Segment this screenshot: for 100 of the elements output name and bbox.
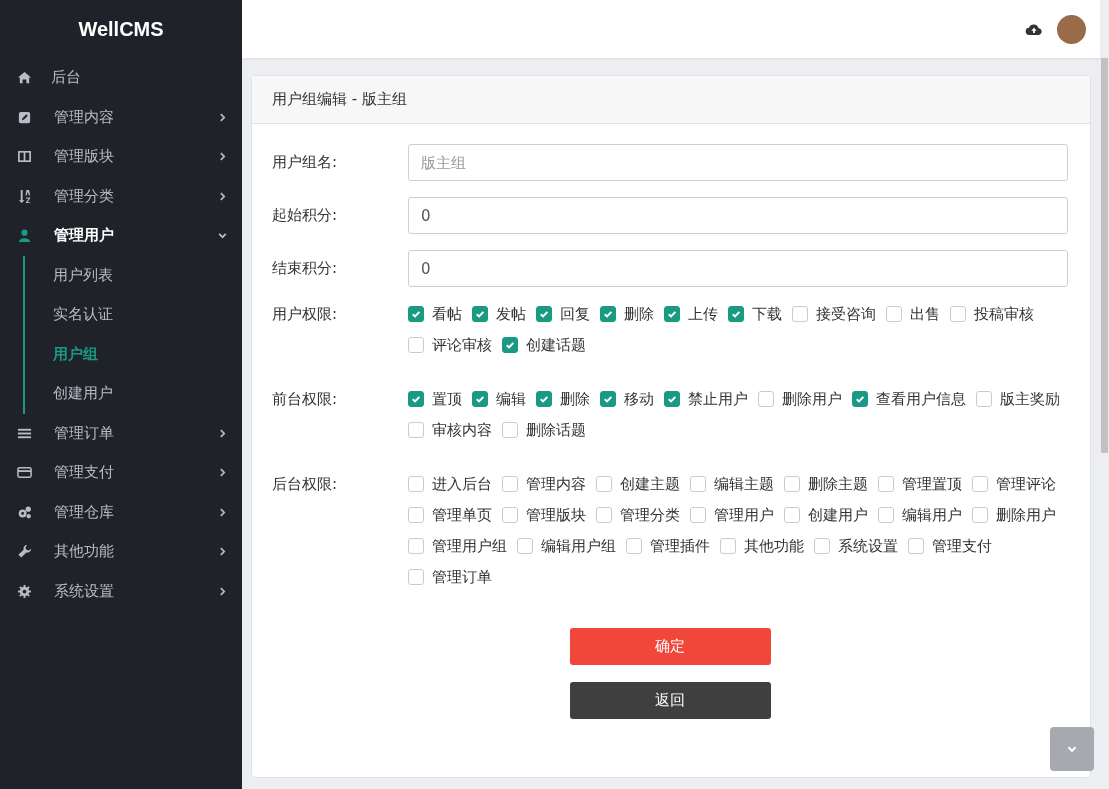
checkbox-label: 删除用户 [996, 505, 1056, 525]
checkbox[interactable] [408, 569, 424, 585]
confirm-button[interactable]: 确定 [569, 628, 771, 665]
checkbox[interactable] [502, 337, 518, 353]
field-label: 结束积分: [272, 259, 339, 278]
checkbox[interactable] [972, 507, 988, 523]
checkbox[interactable] [517, 538, 533, 554]
checkbox[interactable] [792, 306, 808, 322]
checkbox[interactable] [814, 538, 830, 554]
checkbox-label: 删除用户 [782, 389, 842, 409]
checkbox[interactable] [408, 476, 424, 492]
wrench-icon [17, 544, 32, 560]
input-field[interactable]: 版主组 [408, 144, 1068, 181]
checkbox[interactable] [596, 507, 612, 523]
checkbox[interactable] [472, 391, 488, 407]
checkbox[interactable] [408, 422, 424, 438]
checkbox-label: 管理订单 [432, 567, 492, 587]
checkbox[interactable] [408, 507, 424, 523]
checkbox[interactable] [472, 306, 488, 322]
checkbox[interactable] [976, 391, 992, 407]
checkbox[interactable] [664, 391, 680, 407]
checkbox-label: 接受咨询 [816, 304, 876, 324]
sidebar-subitem[interactable]: 实名认证 [25, 295, 242, 335]
checkmark-icon [538, 308, 550, 320]
checkbox-label: 管理插件 [650, 536, 710, 556]
checkbox[interactable] [950, 306, 966, 322]
sidebar-subitem[interactable]: 用户组 [25, 334, 242, 374]
checkbox[interactable] [502, 507, 518, 523]
checkbox[interactable] [908, 538, 924, 554]
checkbox[interactable] [878, 476, 894, 492]
checkbox-label: 看帖 [432, 304, 462, 324]
checkbox[interactable] [690, 507, 706, 523]
checkbox-label: 删除 [560, 389, 590, 409]
checkbox-label: 出售 [910, 304, 940, 324]
checkbox[interactable] [886, 306, 902, 322]
checkmark-icon [410, 308, 422, 320]
sidebar-item[interactable]: 管理分类 [0, 176, 242, 216]
sidebar-item[interactable]: 管理内容 [0, 97, 242, 137]
avatar-icon[interactable] [1057, 14, 1086, 44]
field-label: 用户组名: [272, 153, 339, 172]
checkbox[interactable] [784, 476, 800, 492]
checkbox[interactable] [502, 422, 518, 438]
checkmark-icon [602, 308, 614, 320]
checkbox[interactable] [596, 476, 612, 492]
gears-icon [17, 504, 32, 520]
checkbox[interactable] [720, 538, 736, 554]
sidebar-item[interactable]: 管理用户 [0, 216, 242, 256]
checkbox[interactable] [728, 306, 744, 322]
input-field[interactable]: 0 [408, 197, 1068, 234]
checkbox[interactable] [408, 391, 424, 407]
input-field[interactable]: 0 [408, 250, 1068, 287]
checkbox-label: 发帖 [496, 304, 526, 324]
checkbox-label: 下载 [752, 304, 782, 324]
checkbox[interactable] [600, 306, 616, 322]
checkbox-label: 管理用户组 [432, 536, 507, 556]
checkbox[interactable] [758, 391, 774, 407]
checkbox[interactable] [878, 507, 894, 523]
sidebar-item[interactable]: 管理支付 [0, 453, 242, 493]
checkbox-label: 查看用户信息 [876, 389, 966, 409]
sidebar-item[interactable]: 其他功能 [0, 532, 242, 572]
checkbox[interactable] [690, 476, 706, 492]
cloud-upload-icon[interactable] [1025, 22, 1043, 36]
sidebar-item[interactable]: 后台 [0, 58, 242, 98]
checkbox[interactable] [852, 391, 868, 407]
checkbox[interactable] [408, 306, 424, 322]
checkbox-label: 编辑用户 [902, 505, 962, 525]
checkbox-label: 编辑主题 [714, 474, 774, 494]
checkmark-icon [538, 393, 550, 405]
checkbox[interactable] [600, 391, 616, 407]
sidebar-item[interactable]: 管理订单 [0, 413, 242, 453]
card-title: 用户组编辑 - 版主组 [272, 90, 407, 108]
checkbox-label: 审核内容 [432, 420, 492, 440]
checkmark-icon [666, 393, 678, 405]
checkbox-label: 编辑用户组 [541, 536, 616, 556]
checkbox[interactable] [626, 538, 642, 554]
checkbox[interactable] [972, 476, 988, 492]
checkbox[interactable] [408, 337, 424, 353]
sidebar-item[interactable]: 系统设置 [0, 571, 242, 611]
checkbox[interactable] [536, 391, 552, 407]
gear-icon [17, 583, 32, 599]
field-label: 起始积分: [272, 206, 339, 225]
sidebar-subitem[interactable]: 创建用户 [25, 374, 242, 414]
checkbox-label: 置顶 [432, 389, 462, 409]
checkbox-label: 上传 [688, 304, 718, 324]
checkbox[interactable] [536, 306, 552, 322]
checkbox[interactable] [408, 538, 424, 554]
scroll-button[interactable] [1050, 727, 1094, 771]
scrollbar-thumb[interactable] [1101, 58, 1108, 453]
checkbox-label: 版主奖励 [1000, 389, 1060, 409]
sidebar-item[interactable]: 管理仓库 [0, 492, 242, 532]
checkbox[interactable] [664, 306, 680, 322]
sidebar-subitem[interactable]: 用户列表 [25, 255, 242, 295]
sidebar-item[interactable]: 管理版块 [0, 137, 242, 177]
checkmark-icon [602, 393, 614, 405]
back-button[interactable]: 返回 [569, 682, 771, 719]
columns-icon [17, 149, 32, 165]
checkmark-icon [854, 393, 866, 405]
checkbox[interactable] [502, 476, 518, 492]
checkmark-icon [474, 393, 486, 405]
checkbox[interactable] [784, 507, 800, 523]
